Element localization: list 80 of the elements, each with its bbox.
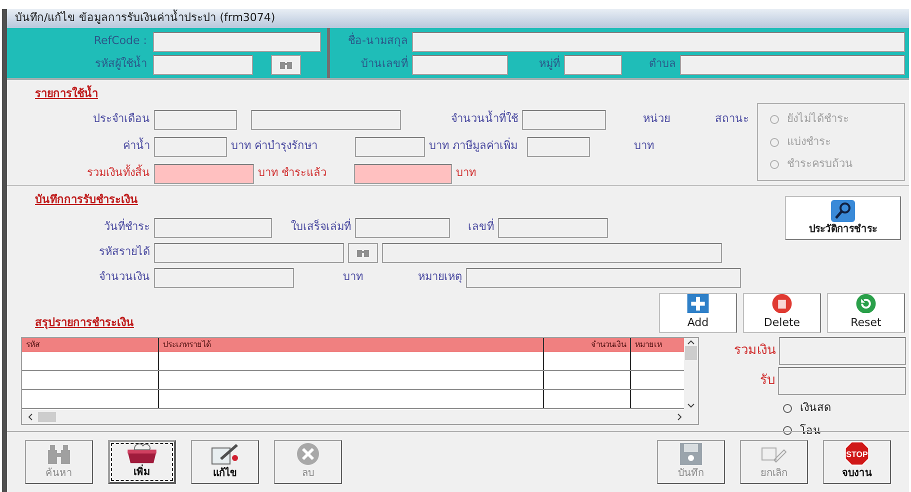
magnifier-icon — [831, 200, 855, 222]
text-field[interactable] — [153, 54, 253, 74]
column-header: หมายเห — [634, 339, 663, 351]
field-label: RefCode : — [92, 33, 147, 50]
radio-option[interactable]: เงินสด — [783, 400, 906, 416]
text-field[interactable] — [527, 136, 590, 156]
box-icon — [125, 442, 159, 465]
column-header: รหัส — [22, 338, 159, 352]
field-label: รหัสผู้ใช้น้ำ — [94, 56, 147, 72]
field-label: จำนวนเงิน — [98, 269, 150, 286]
text-field[interactable] — [355, 136, 425, 156]
x-circle-icon — [296, 442, 320, 466]
lookup-button[interactable] — [348, 242, 378, 262]
text-field[interactable] — [154, 218, 272, 238]
field-label: จำนวนน้ำที่ใช้ — [450, 111, 518, 128]
text-field[interactable] — [412, 54, 508, 74]
toolbar-button[interactable]: STOP จบงาน — [823, 440, 891, 484]
column-header: ประเภทรายได้ — [159, 338, 544, 352]
plus-icon — [687, 294, 709, 313]
field-label: รหัสรายได้ — [98, 244, 150, 260]
field-label: เลขที่ — [467, 219, 494, 236]
text-field[interactable] — [498, 218, 608, 238]
field-label: บาท ภาษีมูลค่าเพิ่ม — [429, 138, 518, 154]
undo-icon — [855, 294, 877, 313]
text-field[interactable] — [412, 32, 905, 52]
section-title: บันทึกการรับชำระเงิน — [35, 192, 138, 208]
text-field[interactable] — [382, 242, 722, 262]
field-label: ประจำเดือน — [92, 111, 150, 128]
field-label: ค่าน้ำ — [122, 138, 150, 154]
text-field[interactable] — [778, 367, 906, 395]
binoculars-icon — [279, 60, 293, 70]
field-label: สถานะ — [714, 111, 749, 128]
section-title: สรุปรายการชำระเงิน — [35, 315, 134, 332]
text-field[interactable] — [779, 337, 906, 365]
window-title: บันทึก/แก้ไข ข้อมูลการรับเงินค่าน้ำประปา (frm3074) — [15, 10, 276, 26]
binoculars-icon — [356, 248, 370, 258]
stop-sign-icon: STOP — [843, 441, 871, 466]
section-title: รายการใช้น้ำ — [35, 86, 98, 102]
scroll-thumb[interactable] — [685, 346, 697, 360]
action-button[interactable]: Delete — [743, 292, 821, 332]
text-field[interactable] — [154, 242, 344, 262]
text-field[interactable] — [355, 218, 450, 238]
history-button[interactable]: ประวัติการชำระ — [785, 196, 901, 240]
field-label: หมู่ที่ — [538, 56, 560, 72]
field-label: รับ — [760, 372, 775, 390]
trash-icon — [771, 294, 793, 313]
action-button[interactable]: Add — [659, 292, 737, 332]
text-field[interactable] — [154, 136, 227, 156]
field-label: ใบเสร็จเล่มที่ — [290, 219, 351, 236]
pencil-paper-icon — [210, 442, 240, 466]
field-label: หน่วย — [642, 111, 670, 128]
text-field[interactable] — [354, 164, 452, 184]
text-field[interactable] — [251, 110, 401, 130]
field-label: หมายเหตุ — [417, 269, 462, 286]
binoculars-icon — [46, 444, 72, 466]
field-label: บาท — [456, 165, 476, 182]
text-field[interactable] — [154, 268, 294, 288]
text-field[interactable] — [466, 268, 741, 288]
text-field[interactable] — [564, 54, 622, 74]
toolbar-button[interactable]: แก้ไข — [191, 440, 259, 484]
column-header: จำนวนเงิน — [544, 338, 631, 352]
field-label: รวมเงิน — [734, 342, 776, 360]
toolbar-button[interactable]: เพิ่ม — [108, 440, 176, 484]
field-label: วันที่ชำระ — [103, 219, 150, 236]
field-label: รวมเงินทั้งสิ้น — [86, 165, 150, 182]
text-field[interactable] — [680, 54, 905, 74]
field-label: ชื่อ-นามสกุล — [347, 33, 408, 50]
text-field[interactable] — [153, 32, 321, 52]
field-label: บาท — [342, 269, 363, 286]
text-field[interactable] — [154, 110, 237, 130]
scroll-thumb[interactable] — [38, 412, 56, 422]
field-label: บาท — [633, 138, 654, 154]
lookup-button[interactable] — [271, 54, 301, 74]
text-field[interactable] — [522, 110, 606, 130]
field-label: บาท ค่าบำรุงรักษา — [231, 138, 318, 154]
field-label: บ้านเลขที่ — [360, 56, 408, 72]
text-field[interactable] — [154, 164, 254, 184]
field-label: บาท ชำระแล้ว — [258, 165, 328, 182]
action-button[interactable]: Reset — [827, 292, 905, 332]
field-label: ตำบล — [648, 56, 676, 72]
